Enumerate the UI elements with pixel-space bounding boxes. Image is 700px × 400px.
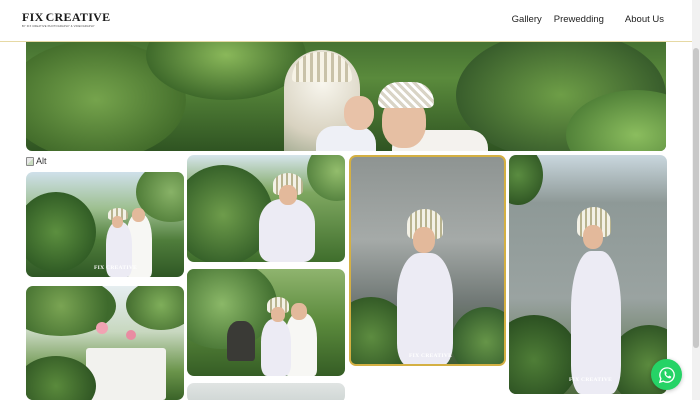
bride-face xyxy=(413,227,435,253)
foliage xyxy=(509,155,543,205)
bride xyxy=(397,253,453,364)
broken-image-icon xyxy=(26,156,34,166)
foliage xyxy=(126,286,184,330)
bride xyxy=(571,251,621,394)
site-header: FIX CREATIVE BY FIX CREATIVE PHOTOGRAPHY… xyxy=(0,0,700,42)
foliage xyxy=(451,307,504,364)
logo-text-left: FIX xyxy=(22,10,44,24)
groom-face xyxy=(291,303,307,320)
nav-item-gallery[interactable]: Gallery xyxy=(512,14,542,25)
bride xyxy=(259,199,315,262)
brand-logo[interactable]: FIX CREATIVE BY FIX CREATIVE PHOTOGRAPHY… xyxy=(22,10,110,31)
gallery-photo[interactable]: FIX CREATIVE xyxy=(509,155,667,394)
whatsapp-button[interactable] xyxy=(651,359,682,390)
gallery-photo[interactable]: FIX CREATIVE xyxy=(26,172,184,277)
bride-face xyxy=(344,96,374,130)
broken-image-alt-text: Alt xyxy=(36,156,47,166)
bride-face xyxy=(271,307,285,322)
whatsapp-icon xyxy=(658,366,675,383)
bride xyxy=(261,319,291,376)
page-scrollbar[interactable] xyxy=(692,0,700,400)
foliage xyxy=(307,155,345,201)
stone-ornament xyxy=(227,321,255,361)
gallery-photo[interactable] xyxy=(187,155,345,262)
gallery-photo[interactable] xyxy=(26,286,184,400)
frangipani-flower xyxy=(126,330,136,340)
page: FIX CREATIVE BY FIX CREATIVE PHOTOGRAPHY… xyxy=(0,0,700,400)
photo-watermark: FIX CREATIVE xyxy=(569,377,613,383)
logo-wordmark: FIX CREATIVE xyxy=(22,10,110,24)
gallery-photo[interactable] xyxy=(187,383,345,400)
main-nav: Gallery Prewedding About Us xyxy=(512,14,664,25)
bride-dress xyxy=(316,126,376,151)
building xyxy=(86,348,166,400)
foliage xyxy=(26,192,96,272)
gallery-photo[interactable] xyxy=(187,269,345,376)
groom-headwear xyxy=(378,82,434,108)
photo-watermark: FIX CREATIVE xyxy=(409,353,453,359)
nav-item-prewedding[interactable]: Prewedding xyxy=(554,14,604,25)
hero-photo xyxy=(26,30,666,151)
photo-watermark: FIX CREATIVE xyxy=(94,265,138,271)
bride-face xyxy=(279,185,297,205)
bride-face xyxy=(112,216,123,228)
nav-item-about-us[interactable]: About Us xyxy=(625,14,664,25)
scrollbar-thumb[interactable] xyxy=(693,48,699,348)
bride-face xyxy=(583,225,603,249)
gallery-photo-selected[interactable]: FIX CREATIVE xyxy=(349,155,506,366)
broken-image: Alt xyxy=(26,154,47,168)
groom-face xyxy=(132,208,145,222)
logo-tagline: BY FIX CREATIVE PHOTOGRAPHY & VIDEOGRAPH… xyxy=(22,25,95,28)
frangipani-flower xyxy=(96,322,108,334)
